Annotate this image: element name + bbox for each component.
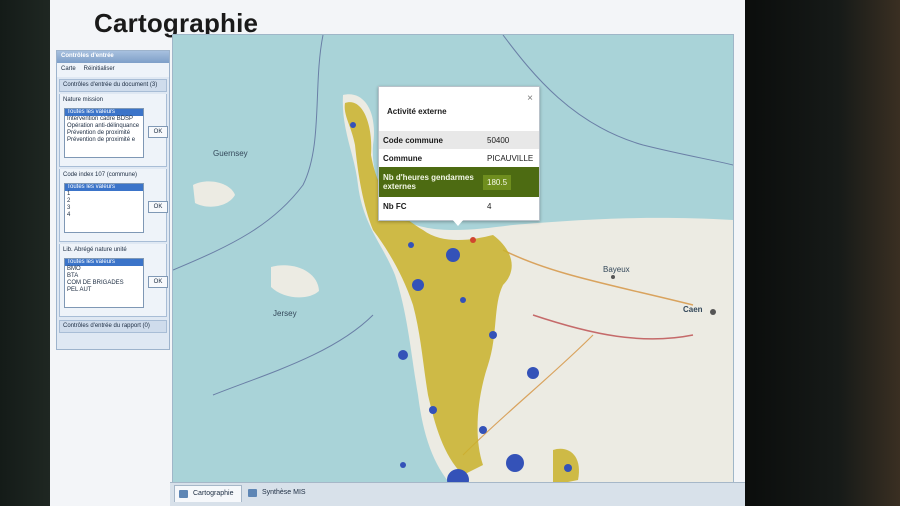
list-item[interactable]: Intervention cadre BDSP	[65, 116, 143, 123]
data-bubble[interactable]	[429, 406, 437, 414]
list-item[interactable]: BTA	[65, 273, 143, 280]
map-icon	[179, 490, 188, 498]
data-bubble[interactable]	[527, 367, 539, 379]
popup-key: Nb FC	[383, 201, 407, 211]
ok-button[interactable]: OK	[148, 276, 168, 288]
report-tabs: Cartographie Synthèse MIS	[170, 482, 745, 506]
nature-unite-listbox[interactable]: Toutes les valeurs BMO BTA COM DE BRIGAD…	[64, 258, 144, 308]
popup-value: 180.5	[483, 174, 512, 190]
list-item[interactable]: Toutes les valeurs	[65, 109, 143, 116]
popup-key: Code commune	[383, 135, 444, 145]
list-item[interactable]: Prévention de proximité	[65, 130, 143, 137]
filter-nature-mission: Nature mission Toutes les valeurs Interv…	[59, 94, 168, 167]
city-marker	[611, 275, 615, 279]
data-bubble[interactable]	[446, 248, 460, 262]
data-bubble[interactable]	[564, 464, 572, 472]
popup-value: 4	[487, 201, 492, 211]
map-view[interactable]: Guernsey Jersey Bayeux Caen Activité ext…	[172, 34, 734, 488]
popup-key: Commune	[383, 153, 423, 163]
data-bubble[interactable]	[398, 350, 408, 360]
list-item[interactable]: PEL AUT	[65, 287, 143, 294]
data-bubble[interactable]	[460, 297, 466, 303]
filter-label: Nature mission	[63, 97, 104, 103]
place-label: Bayeux	[603, 265, 630, 274]
filter-code-index: Code index 107 (commune) Toutes les vale…	[59, 169, 168, 242]
list-item[interactable]: 2	[65, 198, 143, 205]
filter-box: Code index 107 (commune) Toutes les vale…	[59, 169, 168, 242]
list-item[interactable]: 4	[65, 212, 143, 219]
list-item[interactable]: COM DE BRIGADES	[65, 280, 143, 287]
city-marker	[710, 309, 716, 315]
document-controls-header[interactable]: Contrôles d'entrée du document (3)	[59, 79, 167, 92]
place-label: Jersey	[273, 309, 297, 318]
data-bubble[interactable]	[350, 122, 356, 128]
map-popup: Activité externe × Code commune 50400 Co…	[378, 86, 540, 226]
report-icon	[248, 489, 257, 497]
ok-button[interactable]: OK	[148, 126, 168, 138]
list-item[interactable]: Toutes les valeurs	[65, 184, 143, 191]
popup-row-highlighted: Nb d'heures gendarmes externes 180.5	[379, 167, 539, 197]
reset-button[interactable]: Réinitialiser	[84, 66, 115, 74]
popup-key: Nb d'heures gendarmes externes	[383, 173, 474, 191]
ok-button[interactable]: OK	[148, 201, 168, 213]
place-label: Guernsey	[213, 149, 248, 158]
tab-label: Synthèse MIS	[262, 489, 306, 496]
list-item[interactable]: BMO	[65, 266, 143, 273]
data-bubble[interactable]	[400, 462, 406, 468]
filter-label: Code index 107 (commune)	[63, 172, 138, 178]
filter-nature-unite: Lib. Abrégé nature unité Toutes les vale…	[59, 244, 168, 317]
list-item[interactable]: 1	[65, 191, 143, 198]
popup-pointer	[451, 218, 465, 226]
monitor-bezel-left	[0, 0, 50, 506]
popup-title: Activité externe	[387, 107, 447, 116]
filter-box: Lib. Abrégé nature unité Toutes les vale…	[59, 244, 168, 317]
tab-label: Cartographie	[193, 490, 234, 497]
data-bubble[interactable]	[408, 242, 414, 248]
report-controls-header[interactable]: Contrôles d'entrée du rapport (0)	[59, 320, 167, 333]
popup-row: Nb FC 4	[379, 197, 539, 215]
popup-row: Commune PICAUVILLE	[379, 149, 539, 167]
filter-box: Nature mission Toutes les valeurs Interv…	[59, 94, 168, 167]
place-label: Caen	[683, 305, 703, 314]
jersey-island	[271, 265, 319, 298]
monitor-bezel-right	[745, 0, 900, 506]
data-bubble[interactable]	[412, 279, 424, 291]
code-index-listbox[interactable]: Toutes les valeurs 1 2 3 4	[64, 183, 144, 233]
list-item[interactable]: Prévention de proximité e	[65, 137, 143, 144]
input-controls-panel: Contrôles d'entrée Carte Réinitialiser C…	[56, 50, 170, 350]
filter-label: Lib. Abrégé nature unité	[63, 247, 127, 253]
list-item[interactable]: 3	[65, 205, 143, 212]
boundary-line	[173, 35, 324, 271]
list-item[interactable]: Opération anti-délinquance	[65, 123, 143, 130]
popup-row: Code commune 50400	[379, 131, 539, 149]
nature-mission-listbox[interactable]: Toutes les valeurs Intervention cadre BD…	[64, 108, 144, 158]
popup-value: 50400	[487, 135, 510, 145]
panel-toolbar: Carte Réinitialiser	[57, 63, 169, 77]
tab-synthese-mis[interactable]: Synthèse MIS	[244, 485, 314, 501]
boundary-line	[212, 314, 374, 396]
screen: Cartographie Contrôles d'entrée Carte Ré…	[50, 0, 745, 506]
panel-header: Contrôles d'entrée	[57, 51, 169, 63]
data-bubble[interactable]	[479, 426, 487, 434]
data-bubble[interactable]	[489, 331, 497, 339]
tab-cartographie[interactable]: Cartographie	[174, 485, 243, 502]
data-bubble[interactable]	[506, 454, 524, 472]
data-bubble[interactable]	[470, 237, 476, 243]
close-icon[interactable]: ×	[527, 93, 533, 104]
guernsey-island	[193, 181, 235, 207]
map-button[interactable]: Carte	[61, 66, 76, 74]
list-item[interactable]: Toutes les valeurs	[65, 259, 143, 266]
popup-value: PICAUVILLE	[487, 153, 534, 163]
